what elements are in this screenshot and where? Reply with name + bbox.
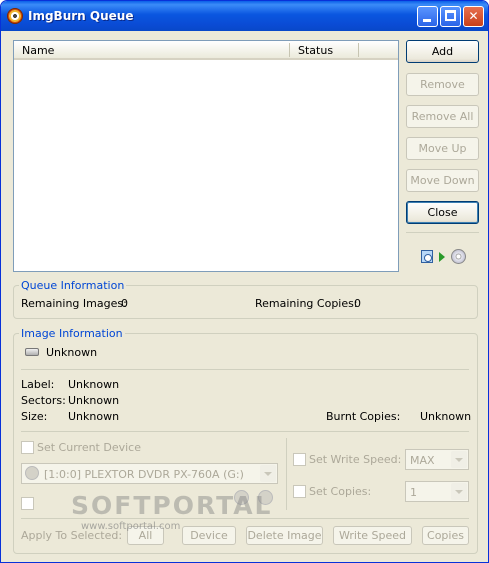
column-name-header[interactable]: Name: [22, 44, 54, 57]
play-arrow-icon: [439, 252, 445, 262]
divider: [406, 232, 479, 233]
chevron-down-icon: [451, 483, 467, 500]
image-file-icon: [421, 250, 433, 263]
write-speed-select[interactable]: MAX: [405, 449, 469, 470]
vertical-divider: [286, 438, 287, 510]
sectors-label: Sectors:: [21, 394, 66, 407]
remaining-images-label: Remaining Images:: [21, 297, 127, 310]
close-button[interactable]: Close: [406, 201, 479, 224]
image-information-title: Image Information: [19, 327, 125, 340]
imgburn-app-icon: [7, 8, 23, 24]
apply-write-speed-button[interactable]: Write Speed: [333, 526, 412, 545]
write-speed-value: MAX: [410, 454, 435, 467]
apply-copies-button[interactable]: Copies: [422, 526, 469, 545]
queue-list[interactable]: Name Status: [13, 40, 399, 272]
window-title: ImgBurn Queue: [28, 9, 134, 23]
cd-disc-icon: [451, 249, 466, 264]
softportal-watermark: SOFTPORTAL: [71, 491, 273, 520]
sectors-value: Unknown: [68, 394, 120, 407]
maximize-icon: [445, 10, 456, 21]
chevron-down-icon: [260, 465, 276, 482]
apply-device-button[interactable]: Device: [182, 526, 236, 545]
title-bar[interactable]: ImgBurn Queue ✕: [1, 1, 488, 31]
column-divider[interactable]: [289, 43, 290, 57]
drive-icon: [25, 348, 39, 356]
set-write-speed-checkbox[interactable]: [293, 453, 306, 466]
set-current-device-checkbox[interactable]: [21, 441, 34, 454]
softportal-url-watermark: www.softportal.com: [81, 521, 181, 532]
imgburn-queue-window: ImgBurn Queue ✕ Name Status Add Remove R…: [0, 0, 489, 563]
set-copies-label: Set Copies:: [309, 485, 372, 498]
chevron-down-icon: [451, 451, 467, 468]
add-button[interactable]: Add: [406, 40, 479, 63]
minimize-icon: [423, 19, 431, 22]
remaining-copies-value: 0: [354, 297, 361, 310]
queue-information-title: Queue Information: [19, 279, 127, 292]
label-label: Label:: [21, 378, 55, 391]
divider: [21, 431, 469, 432]
cd-drive-icon: [25, 466, 39, 480]
divider: [21, 369, 469, 370]
device-select-value: [1:0:0] PLEXTOR DVDR PX-760A (G:): [44, 468, 244, 481]
set-write-speed-label: Set Write Speed:: [309, 453, 402, 466]
size-value: Unknown: [68, 410, 120, 423]
set-copies-checkbox[interactable]: [293, 485, 306, 498]
remove-button[interactable]: Remove: [406, 73, 479, 96]
close-window-button[interactable]: ✕: [463, 6, 484, 27]
image-source-value: Unknown: [46, 346, 98, 359]
size-label: Size:: [21, 410, 48, 423]
move-down-button[interactable]: Move Down: [406, 169, 479, 192]
maximize-button[interactable]: [440, 6, 461, 27]
device-select[interactable]: [1:0:0] PLEXTOR DVDR PX-760A (G:): [21, 463, 278, 484]
close-icon: ✕: [468, 9, 479, 23]
remaining-images-value: 0: [121, 297, 128, 310]
set-current-device-label: Set Current Device: [37, 441, 141, 454]
minimize-button[interactable]: [417, 6, 438, 27]
burnt-copies-label: Burnt Copies:: [326, 410, 401, 423]
remaining-copies-label: Remaining Copies:: [255, 297, 358, 310]
list-header: Name Status: [14, 41, 398, 60]
column-divider[interactable]: [358, 43, 359, 57]
remove-all-button[interactable]: Remove All: [406, 105, 479, 128]
label-value: Unknown: [68, 378, 120, 391]
apply-option-checkbox[interactable]: [21, 497, 34, 510]
column-status-header[interactable]: Status: [298, 44, 333, 57]
move-up-button[interactable]: Move Up: [406, 137, 479, 160]
copies-value: 1: [410, 486, 417, 499]
burnt-copies-value: Unknown: [420, 410, 472, 423]
copies-select[interactable]: 1: [405, 481, 469, 502]
delete-image-button[interactable]: Delete Image: [246, 526, 323, 545]
